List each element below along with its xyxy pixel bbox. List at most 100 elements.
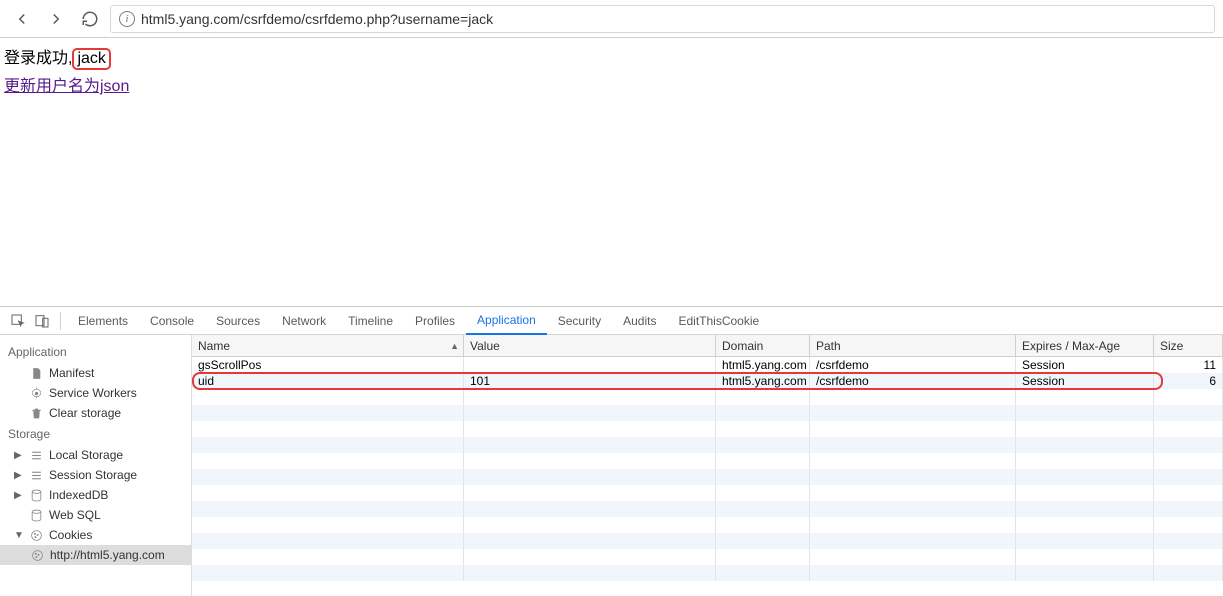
reload-button[interactable] [76,5,104,33]
cell-value [464,549,716,565]
sidebar-item-label: IndexedDB [49,488,108,502]
cell-path [810,501,1016,517]
cell-domain: html5.yang.com [716,373,810,389]
username-highlight: jack [72,48,110,70]
list-icon [29,468,43,482]
sidebar-item-clear-storage[interactable]: Clear storage [0,403,191,423]
col-domain[interactable]: Domain [716,335,810,356]
sidebar-item-label: Web SQL [49,508,101,522]
cookies-table: Name▲ Value Domain Path Expires / Max-Ag… [192,335,1223,596]
cell-path [810,421,1016,437]
cell-expires [1016,437,1154,453]
cell-path: /csrfdemo [810,357,1016,373]
expand-arrow-icon: ▼ [14,530,23,541]
table-row [192,485,1223,501]
cell-name [192,469,464,485]
cell-value [464,501,716,517]
table-row [192,549,1223,565]
devtools-sidebar: ApplicationManifestService WorkersClear … [0,335,192,596]
col-expires[interactable]: Expires / Max-Age [1016,335,1154,356]
sidebar-item-indexeddb[interactable]: ▶ IndexedDB [0,485,191,505]
forward-button[interactable] [42,5,70,33]
tab-audits[interactable]: Audits [612,307,667,335]
cell-value [464,357,716,373]
sidebar-group-storage: Storage [0,423,191,445]
cell-domain [716,501,810,517]
address-bar[interactable]: i html5.yang.com/csrfdemo/csrfdemo.php?u… [110,5,1215,33]
db-icon [29,508,43,522]
col-size[interactable]: Size [1154,335,1223,356]
cell-name [192,501,464,517]
sidebar-item-label: Clear storage [49,406,121,420]
cookie-icon [29,528,43,542]
cookie-icon [30,548,44,562]
cell-value [464,517,716,533]
cell-value [464,421,716,437]
cell-expires [1016,405,1154,421]
cell-expires [1016,453,1154,469]
tab-timeline[interactable]: Timeline [337,307,404,335]
cell-expires [1016,485,1154,501]
table-row [192,565,1223,581]
sidebar-item-label: Local Storage [49,448,123,462]
cell-domain [716,517,810,533]
cell-expires [1016,501,1154,517]
tab-console[interactable]: Console [139,307,205,335]
cell-expires [1016,469,1154,485]
table-row [192,389,1223,405]
table-row[interactable]: uid101html5.yang.com/csrfdemoSession6 [192,373,1223,389]
cell-value [464,437,716,453]
sidebar-item-local-storage[interactable]: ▶Local Storage [0,445,191,465]
sidebar-item-manifest[interactable]: Manifest [0,363,191,383]
sidebar-item-service-workers[interactable]: Service Workers [0,383,191,403]
cell-name [192,533,464,549]
device-mode-icon[interactable] [30,309,54,333]
table-row[interactable]: gsScrollPoshtml5.yang.com/csrfdemoSessio… [192,357,1223,373]
cell-value [464,485,716,501]
tab-elements[interactable]: Elements [67,307,139,335]
tab-application[interactable]: Application [466,307,547,335]
tab-security[interactable]: Security [547,307,612,335]
col-value[interactable]: Value [464,335,716,356]
cell-size: 11 [1154,357,1223,373]
sidebar-item-web-sql[interactable]: Web SQL [0,505,191,525]
cell-size [1154,421,1223,437]
cell-domain [716,405,810,421]
sidebar-item-session-storage[interactable]: ▶Session Storage [0,465,191,485]
back-button[interactable] [8,5,36,33]
cell-domain [716,565,810,581]
inspect-icon[interactable] [6,309,30,333]
table-row [192,437,1223,453]
tab-sources[interactable]: Sources [205,307,271,335]
cell-name [192,549,464,565]
col-path[interactable]: Path [810,335,1016,356]
table-header: Name▲ Value Domain Path Expires / Max-Ag… [192,335,1223,357]
cell-name [192,405,464,421]
site-info-icon[interactable]: i [119,11,135,27]
cell-name [192,453,464,469]
cell-path [810,533,1016,549]
cell-size [1154,485,1223,501]
cell-name [192,485,464,501]
update-username-link[interactable]: 更新用户名为json [4,72,129,96]
trash-icon [29,406,43,420]
tab-profiles[interactable]: Profiles [404,307,466,335]
cell-value [464,469,716,485]
col-name[interactable]: Name▲ [192,335,464,356]
cell-name [192,437,464,453]
devtools-panel: ElementsConsoleSourcesNetworkTimelinePro… [0,306,1223,596]
divider [60,312,61,330]
cell-value [464,565,716,581]
tab-network[interactable]: Network [271,307,337,335]
tab-editthiscookie[interactable]: EditThisCookie [667,307,770,335]
cell-path [810,517,1016,533]
table-row [192,421,1223,437]
cell-size [1154,437,1223,453]
sidebar-item-cookies[interactable]: ▼Cookies [0,525,191,545]
table-row [192,533,1223,549]
cell-path [810,469,1016,485]
cell-expires [1016,549,1154,565]
sidebar-cookie-origin[interactable]: http://html5.yang.com [0,545,191,565]
expand-arrow-icon: ▶ [14,490,23,501]
cell-size [1154,469,1223,485]
